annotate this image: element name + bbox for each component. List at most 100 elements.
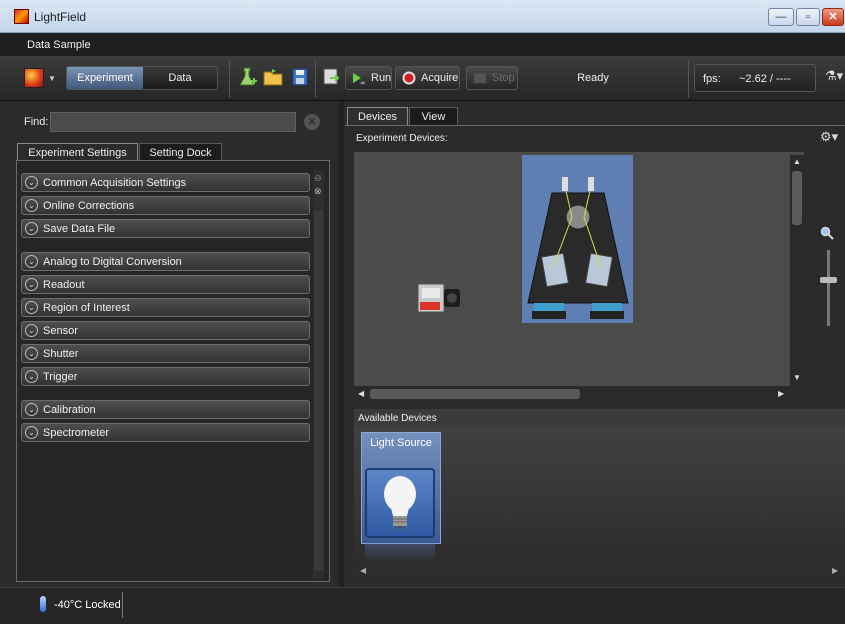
- zoom-slider-track[interactable]: [827, 250, 830, 326]
- minimize-button[interactable]: —: [768, 8, 794, 26]
- stop-icon: [473, 72, 487, 84]
- section-region-of-interest[interactable]: ⌄ Region of Interest: [21, 298, 310, 317]
- status-divider: [122, 592, 123, 618]
- acquire-label: Acquire: [421, 72, 459, 84]
- section-spectrometer[interactable]: ⌄ Spectrometer: [21, 423, 310, 442]
- gear-icon[interactable]: ⚙▾: [820, 129, 838, 145]
- section-calibration[interactable]: ⌄ Calibration: [21, 400, 310, 419]
- close-button[interactable]: ✕: [822, 8, 844, 26]
- tab-devices[interactable]: Devices: [347, 107, 408, 126]
- card-reflection: [365, 543, 435, 563]
- app-menu-icon[interactable]: [24, 68, 44, 88]
- section-online-corrections[interactable]: ⌄ Online Corrections: [21, 196, 310, 215]
- scroll-right-icon[interactable]: ▶: [778, 387, 784, 401]
- canvas-vertical-scrollbar[interactable]: ▲ ▼: [790, 155, 804, 387]
- fps-display: fps: ~2.62 / ----: [694, 64, 816, 92]
- experiment-tab-button[interactable]: Experiment: [67, 67, 143, 89]
- scrollbar-thumb[interactable]: [370, 389, 580, 399]
- acquire-button[interactable]: Acquire: [395, 66, 460, 90]
- section-sensor[interactable]: ⌄ Sensor: [21, 321, 310, 340]
- section-label: Trigger: [43, 371, 78, 383]
- scrollbar-thumb[interactable]: [792, 171, 802, 225]
- section-common-acquisition-settings[interactable]: ⌄ Common Acquisition Settings: [21, 173, 310, 192]
- app-icon: [14, 9, 29, 24]
- section-label: Calibration: [43, 404, 96, 416]
- tab-experiment-settings[interactable]: Experiment Settings: [17, 143, 138, 161]
- collapse-all-icon[interactable]: ⊖: [314, 173, 322, 184]
- toolbar-divider: [315, 60, 316, 98]
- section-label: Save Data File: [43, 223, 116, 235]
- svg-text:∞: ∞: [360, 79, 366, 86]
- mode-switch: Experiment Data: [66, 66, 218, 90]
- stop-label: Stop: [492, 72, 515, 84]
- chevron-down-icon: ⌄: [25, 222, 38, 235]
- scroll-up-icon[interactable]: ▲: [790, 157, 804, 166]
- experiment-devices-label: Experiment Devices:: [356, 133, 448, 144]
- chevron-down-icon: ⌄: [25, 347, 38, 360]
- scroll-left-icon[interactable]: ◀: [358, 387, 364, 401]
- canvas-horizontal-scrollbar[interactable]: ◀ ▶: [354, 387, 790, 401]
- light-source-label: Light Source: [370, 437, 432, 449]
- scroll-right-icon[interactable]: ▶: [832, 564, 838, 578]
- toolbar-divider: [229, 60, 230, 98]
- section-save-data-file[interactable]: ⌄ Save Data File: [21, 219, 310, 238]
- temperature-status: -40°C Locked: [54, 599, 121, 611]
- run-label: Run: [371, 72, 392, 84]
- chevron-down-icon[interactable]: ▼: [48, 74, 56, 83]
- camera-device-icon[interactable]: [416, 282, 462, 316]
- run-icon: ∞: [353, 73, 366, 86]
- zoom-icon[interactable]: [820, 226, 834, 240]
- section-analog-to-digital-conversion[interactable]: ⌄ Analog to Digital Conversion: [21, 252, 310, 271]
- tab-setting-dock[interactable]: Setting Dock: [139, 143, 222, 161]
- settings-scrollbar[interactable]: [313, 170, 324, 578]
- scrollbar-thumb[interactable]: [314, 210, 323, 570]
- thermometer-icon: [40, 596, 46, 612]
- maximize-button[interactable]: ▫: [796, 8, 820, 26]
- save-icon[interactable]: [290, 66, 310, 88]
- fps-label: fps:: [703, 73, 721, 85]
- section-readout[interactable]: ⌄ Readout: [21, 275, 310, 294]
- stop-button[interactable]: Stop: [466, 66, 518, 90]
- section-label: Sensor: [43, 325, 78, 337]
- section-label: Common Acquisition Settings: [43, 177, 187, 189]
- chevron-down-icon: ⌄: [25, 370, 38, 383]
- tab-underline: [345, 125, 845, 126]
- section-label: Analog to Digital Conversion: [43, 256, 182, 268]
- chevron-down-icon: ⌄: [25, 255, 38, 268]
- acquisition-status: Ready: [577, 72, 609, 84]
- fps-value: ~2.62 / ----: [739, 73, 791, 85]
- section-label: Spectrometer: [43, 427, 110, 439]
- open-folder-icon[interactable]: [263, 66, 283, 88]
- expand-all-icon[interactable]: ⊗: [314, 186, 322, 197]
- available-devices-label: Available Devices: [358, 413, 437, 424]
- section-label: Readout: [43, 279, 85, 291]
- data-sample-label: Data Sample: [27, 39, 91, 51]
- section-label: Region of Interest: [43, 302, 130, 314]
- menu-bar: Data Sample: [0, 33, 845, 56]
- section-label: Shutter: [43, 348, 79, 360]
- run-button[interactable]: ∞ Run: [345, 66, 392, 90]
- chevron-down-icon: ⌄: [25, 199, 38, 212]
- flask-icon[interactable]: ⚗▾: [825, 68, 843, 84]
- section-trigger[interactable]: ⌄ Trigger: [21, 367, 310, 386]
- new-experiment-icon[interactable]: [238, 66, 258, 88]
- find-input[interactable]: [50, 112, 296, 132]
- section-shutter[interactable]: ⌄ Shutter: [21, 344, 310, 363]
- splitter[interactable]: [338, 101, 344, 587]
- clear-search-icon[interactable]: ✕: [304, 114, 320, 130]
- chevron-down-icon: ⌄: [25, 426, 38, 439]
- record-icon: [402, 71, 416, 85]
- data-tab-button[interactable]: Data: [143, 67, 217, 89]
- available-devices-scrollbar[interactable]: ◀ ▶: [354, 564, 845, 578]
- zoom-slider-thumb[interactable]: [820, 277, 837, 283]
- export-icon[interactable]: [322, 66, 342, 88]
- scroll-down-icon[interactable]: ▼: [790, 373, 804, 382]
- spectrometer-icon: [527, 177, 629, 319]
- chevron-down-icon: ⌄: [25, 403, 38, 416]
- find-label: Find:: [24, 116, 49, 128]
- title-bar: LightField — ▫ ✕: [0, 0, 845, 33]
- scroll-left-icon[interactable]: ◀: [360, 564, 366, 578]
- tab-view[interactable]: View: [409, 107, 458, 126]
- chevron-down-icon: ⌄: [25, 176, 38, 189]
- status-bar: [0, 587, 845, 624]
